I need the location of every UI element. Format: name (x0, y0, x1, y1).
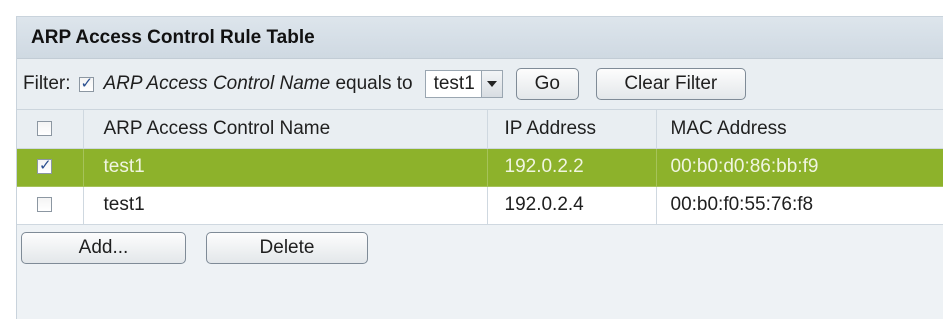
go-button[interactable]: Go (515, 68, 579, 100)
row-select-cell: ✓ (17, 148, 84, 187)
column-header-ip: IP Address (487, 110, 657, 149)
delete-button[interactable]: Delete (206, 231, 368, 264)
row-ip: 192.0.2.2 (487, 148, 657, 187)
row-mac: 00:b0:d0:86:bb:f9 (656, 148, 943, 187)
add-button[interactable]: Add... (21, 231, 186, 264)
row-ip: 192.0.2.4 (487, 186, 657, 225)
select-all-checkbox[interactable] (37, 121, 52, 137)
filter-operator: equals to (335, 73, 413, 94)
filter-label: Filter: (23, 73, 71, 94)
dropdown-arrow-icon[interactable] (480, 71, 502, 97)
arp-rule-table-panel: ARP Access Control Rule Table Filter: ✓ … (16, 16, 943, 319)
select-all-cell (17, 110, 84, 149)
column-header-mac: MAC Address (656, 110, 943, 149)
table-actions: Add... Delete (17, 224, 943, 271)
row-checkbox[interactable]: ✓ (37, 157, 52, 175)
row-checkbox[interactable] (37, 197, 52, 213)
filter-bar: Filter: ✓ ARP Access Control Name equals… (17, 59, 943, 110)
filter-value-select[interactable]: test1 (424, 70, 503, 98)
column-header-name: ARP Access Control Name (83, 110, 488, 149)
row-mac: 00:b0:f0:55:76:f8 (656, 186, 943, 225)
filter-value: test1 (433, 73, 475, 94)
filter-field-name: ARP Access Control Name (103, 73, 331, 94)
row-select-cell (17, 186, 84, 225)
table-row[interactable]: ✓ test1 192.0.2.2 00:b0:d0:86:bb:f9 (17, 148, 943, 187)
row-name: test1 (83, 186, 488, 225)
row-name: test1 (83, 148, 488, 187)
table-header-row: ARP Access Control Name IP Address MAC A… (17, 110, 943, 149)
check-icon: ✓ (39, 157, 52, 175)
table-title: ARP Access Control Rule Table (17, 17, 943, 59)
table-row[interactable]: test1 192.0.2.4 00:b0:f0:55:76:f8 (17, 186, 943, 225)
check-icon: ✓ (80, 74, 94, 92)
clear-filter-button[interactable]: Clear Filter (595, 68, 746, 100)
filter-enable-checkbox[interactable]: ✓ (78, 74, 94, 92)
rule-table: ARP Access Control Name IP Address MAC A… (17, 110, 943, 225)
